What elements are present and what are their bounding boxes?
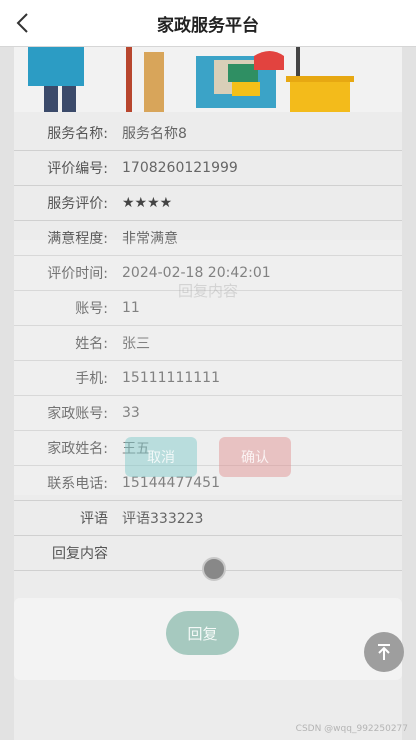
detail-value: 非常满意	[122, 231, 178, 247]
detail-row-review-time: 评价时间: 2024-02-18 20:42:01	[14, 256, 402, 291]
detail-value: 王五	[122, 441, 150, 457]
detail-value: 1708260121999	[122, 160, 238, 176]
detail-label: 服务名称:	[47, 126, 108, 142]
detail-label: 姓名:	[75, 336, 108, 352]
app-header: 家政服务平台	[0, 0, 416, 47]
detail-row-comment: 评语 评语333223	[14, 501, 402, 536]
detail-label: 服务评价:	[47, 196, 108, 212]
back-button[interactable]	[8, 8, 38, 38]
reply-button[interactable]: 回复	[166, 611, 239, 655]
detail-row-phone: 手机: 15111111111	[14, 361, 402, 396]
detail-value: 15144477451	[122, 475, 220, 491]
banner-illustration	[14, 46, 402, 112]
chevron-left-icon	[16, 13, 28, 33]
watermark: CSDN @wqq_992250277	[295, 724, 408, 734]
detail-value: 33	[122, 405, 140, 421]
detail-label: 账号:	[75, 301, 108, 317]
detail-value: 11	[122, 300, 140, 316]
detail-label: 家政姓名:	[47, 441, 108, 457]
detail-row-review-id: 评价编号: 1708260121999	[14, 151, 402, 186]
back-to-top-button[interactable]	[364, 632, 404, 672]
rating-stars: ★★★★	[122, 195, 173, 211]
detail-label: 手机:	[75, 371, 108, 387]
detail-value: 张三	[122, 336, 150, 352]
detail-row-satisfaction: 满意程度: 非常满意	[14, 221, 402, 256]
detail-row-contact-phone: 联系电话: 15144477451	[14, 466, 402, 501]
detail-value: 评语333223	[122, 511, 204, 527]
page-title: 家政服务平台	[157, 15, 259, 36]
detail-label: 评价编号:	[47, 161, 108, 177]
detail-label: 联系电话:	[47, 476, 108, 492]
detail-value: 2024-02-18 20:42:01	[122, 265, 271, 281]
detail-value: 15111111111	[122, 370, 220, 386]
detail-value: 服务名称8	[122, 126, 187, 142]
detail-label: 回复内容	[52, 546, 108, 562]
detail-row-housekeeper-account: 家政账号: 33	[14, 396, 402, 431]
detail-label: 满意程度:	[47, 231, 108, 247]
detail-row-service-rating: 服务评价: ★★★★	[14, 186, 402, 221]
detail-label: 家政账号:	[47, 406, 108, 422]
loading-indicator	[202, 557, 226, 581]
detail-row-service-name: 服务名称: 服务名称8	[14, 116, 402, 151]
detail-row-name: 姓名: 张三	[14, 326, 402, 361]
detail-row-housekeeper-name: 家政姓名: 王五	[14, 431, 402, 466]
arrow-up-to-top-icon	[378, 644, 390, 660]
detail-label: 评价时间:	[47, 266, 108, 282]
detail-row-account: 账号: 11	[14, 291, 402, 326]
detail-label: 评语	[80, 511, 108, 527]
reply-area: 回复	[14, 598, 402, 680]
